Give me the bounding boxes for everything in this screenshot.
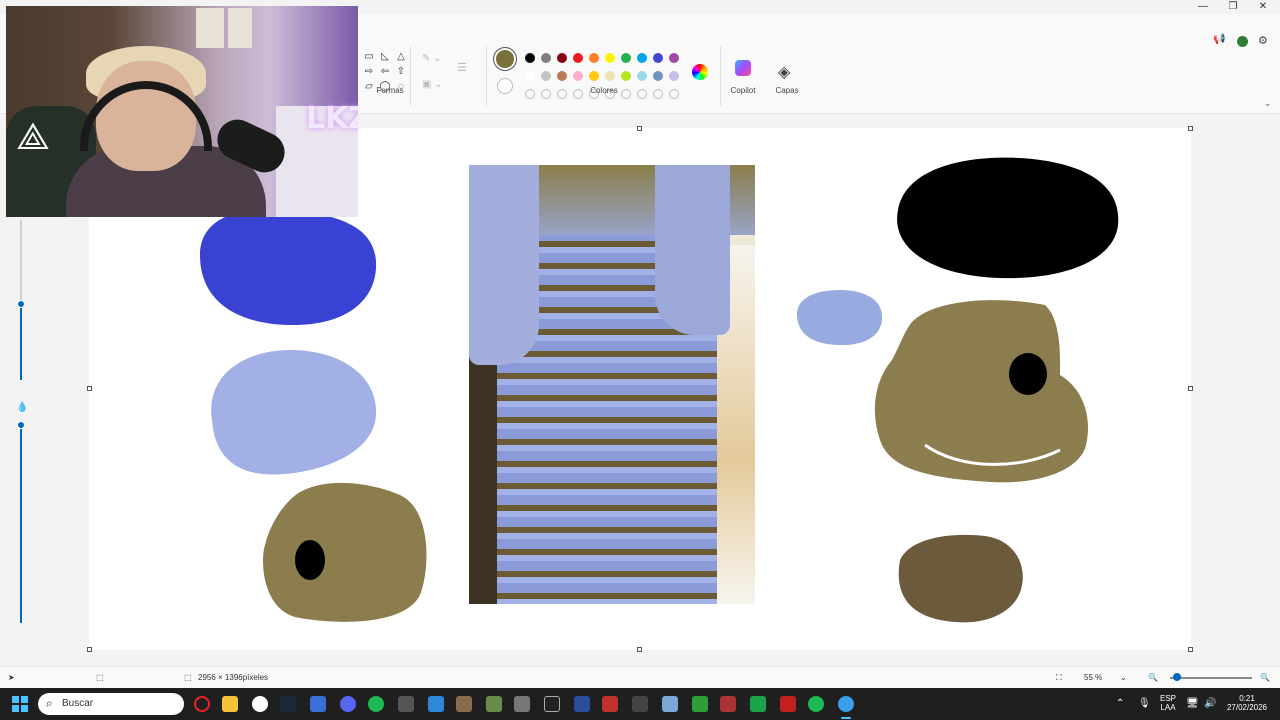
neon-sign: LKZ: [306, 101, 358, 136]
size-slider-knob[interactable]: [17, 300, 25, 308]
input-language[interactable]: ESP LAA: [1156, 694, 1180, 712]
app-icon[interactable]: [662, 696, 678, 712]
dress-photo[interactable]: [469, 165, 755, 604]
size-slider-fill: [20, 304, 22, 380]
app-icon[interactable]: [720, 696, 736, 712]
selection-icon: ⬚: [96, 673, 104, 682]
brush-settings-panel: 💧: [6, 220, 36, 630]
poster: [228, 8, 252, 48]
opera-icon[interactable]: [194, 696, 210, 712]
zoom-slider-track: [1170, 677, 1252, 679]
zoom-dropdown-icon[interactable]: ⌄: [1120, 673, 1127, 682]
notes-icon[interactable]: [428, 696, 444, 712]
volume-icon[interactable]: 🔊: [1204, 698, 1216, 709]
active-app-indicator: [841, 717, 851, 719]
opacity-drop-icon: 💧: [16, 402, 29, 413]
opacity-slider-fill: [20, 425, 22, 623]
canvas-dimensions: 2956 × 1396píxeles: [198, 673, 269, 682]
opacity-slider-knob[interactable]: [17, 421, 25, 429]
taskbar-search[interactable]: ⌕ Buscar: [38, 693, 184, 715]
car-icon[interactable]: [514, 696, 530, 712]
brown-blob: [898, 534, 1023, 623]
language-code: ESP: [1159, 694, 1176, 703]
discord-icon[interactable]: [340, 696, 356, 712]
security-icon[interactable]: [310, 696, 326, 712]
light-blue-blob: [211, 350, 377, 475]
channel-logo-icon: ⟁: [16, 116, 50, 158]
clock-time: 0:21: [1239, 694, 1255, 703]
gold-blob-with-dot: [263, 482, 427, 622]
app-icon[interactable]: [780, 696, 796, 712]
chevron-up-icon[interactable]: ⌃: [1116, 698, 1124, 709]
large-gold-blob: [874, 300, 1089, 483]
game-icon[interactable]: [486, 696, 502, 712]
github-icon[interactable]: [544, 696, 560, 712]
file-explorer-icon[interactable]: [222, 696, 238, 712]
steam-icon[interactable]: [280, 696, 296, 712]
spotify-icon[interactable]: [368, 696, 384, 712]
dark-spot: [295, 540, 325, 580]
canvas-size-icon: ⬚: [184, 673, 192, 682]
taskbar: ⌕ Buscar ⌃ 🎙 ESP LAA 🖥 🔊 0:21 27/02/2026: [0, 688, 1280, 720]
poster: [196, 8, 224, 48]
search-placeholder: Buscar: [62, 698, 94, 709]
bitwarden-icon[interactable]: [574, 696, 590, 712]
fit-to-window-icon[interactable]: ⛶: [1056, 673, 1062, 683]
zoom-level[interactable]: 55 %: [1084, 673, 1102, 682]
webcam-overlay: LKZ ⟁: [6, 6, 358, 217]
app-icon[interactable]: [398, 696, 414, 712]
layout-code: LAA: [1160, 703, 1176, 712]
zoom-out-icon[interactable]: 🔍: [1148, 673, 1158, 682]
network-icon[interactable]: 🖥: [1186, 698, 1199, 709]
app-icon[interactable]: [632, 696, 648, 712]
zoom-slider-knob[interactable]: [1173, 673, 1181, 681]
xbox-icon[interactable]: [692, 696, 708, 712]
clock-date: 27/02/2026: [1226, 703, 1268, 712]
paint-icon[interactable]: [838, 696, 854, 712]
blue-blob: [200, 208, 377, 326]
small-light-blue-blob: [796, 290, 883, 346]
zoom-in-icon[interactable]: 🔍: [1260, 673, 1270, 682]
search-icon: ⌕: [46, 696, 53, 710]
app-icon[interactable]: [750, 696, 766, 712]
app-icon[interactable]: [602, 696, 618, 712]
status-bar: ➤ ⬚ ⬚ 2956 × 1396píxeles ⛶ 55 % ⌄ 🔍 🔍: [0, 666, 1280, 688]
cursor-icon: ➤: [8, 673, 15, 682]
dark-spot: [1009, 353, 1047, 395]
chrome-icon[interactable]: [252, 696, 268, 712]
size-slider-track: [20, 220, 22, 300]
dress-jacket-left: [469, 165, 539, 365]
game-icon[interactable]: [456, 696, 472, 712]
clock[interactable]: 0:21 27/02/2026: [1222, 694, 1272, 712]
windows-start-icon[interactable]: [12, 696, 28, 712]
microphone-icon[interactable]: 🎙: [1138, 698, 1151, 709]
black-blob: [897, 157, 1119, 279]
dress-jacket-right: [655, 165, 730, 335]
photo-shadow: [469, 345, 497, 604]
spotify-icon[interactable]: [808, 696, 824, 712]
